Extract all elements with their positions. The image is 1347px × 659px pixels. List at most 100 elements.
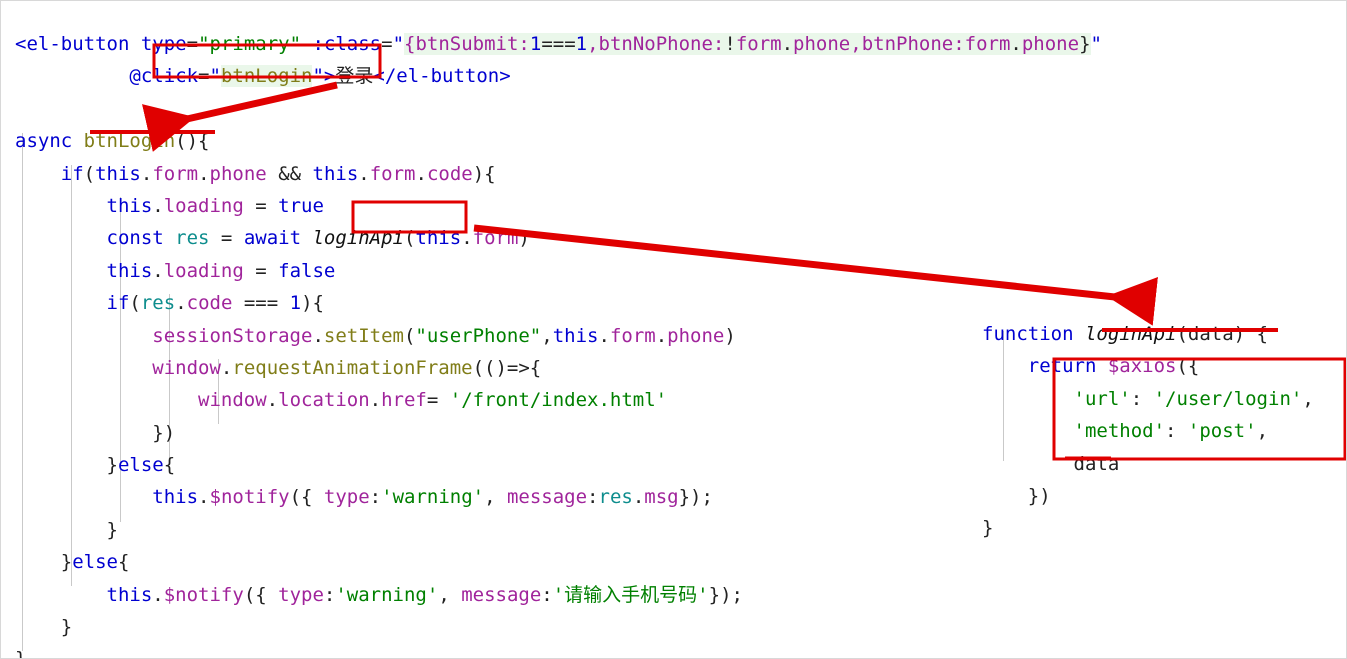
code-token: {btnSubmit: <box>404 33 530 55</box>
code-token: ) <box>518 227 530 250</box>
code-token: form <box>152 162 199 185</box>
code-token: sessionStorage <box>152 324 313 347</box>
code-token: '/user/login' <box>1153 387 1303 410</box>
code-token: > <box>323 65 336 88</box>
code-token: 'warning' <box>381 486 485 509</box>
code-token: ,btnPhone: <box>850 33 965 55</box>
code-token: = <box>426 389 450 412</box>
code-token: form <box>609 324 656 347</box>
code-token: true <box>278 194 324 217</box>
code-token: else <box>72 551 118 574</box>
code-token: this <box>106 194 153 217</box>
code-token: , <box>1256 420 1269 443</box>
code-token: ( <box>403 227 416 250</box>
code-line: window.location.href= '/front/index.html… <box>15 384 1102 416</box>
code-token: , <box>541 324 553 347</box>
code-line: data <box>982 448 1314 480</box>
code-token: message <box>461 583 542 606</box>
code-token: " <box>392 33 405 55</box>
code-token: . <box>152 583 164 606</box>
code-token: } <box>982 517 994 540</box>
code-token: . <box>198 486 210 509</box>
code-token: . <box>312 324 324 347</box>
code-token: , <box>1302 387 1314 410</box>
code-token: $notify <box>209 486 290 509</box>
code-line: if(res.code === 1){ <box>15 287 1102 319</box>
code-token: ){ <box>301 292 324 315</box>
code-token: . <box>175 292 187 315</box>
code-token: : <box>369 486 382 509</box>
code-line: }) <box>982 480 1314 512</box>
code-token: form <box>964 33 1011 55</box>
code-token: } <box>15 616 73 639</box>
code-line: 'url': '/user/login', <box>982 383 1314 415</box>
code-token: " <box>1090 33 1102 55</box>
code-token: function <box>982 323 1085 345</box>
code-token: === <box>232 292 290 315</box>
code-token: form <box>369 162 416 185</box>
code-line: } <box>15 514 1102 546</box>
code-token: </el-button> <box>373 65 511 88</box>
code-line: } <box>982 512 1314 544</box>
code-token: this <box>312 162 359 185</box>
code-token: false <box>278 259 336 282</box>
code-token: message <box>506 486 588 509</box>
code-token: }); <box>678 486 713 509</box>
code-line: <el-button type="primary" :class="{btnSu… <box>15 28 1102 60</box>
code-token: : <box>1165 420 1188 443</box>
code-token: this <box>106 259 153 282</box>
code-token: <el-button <box>15 33 141 55</box>
code-token: } <box>15 518 118 541</box>
code-token: ! <box>724 33 736 55</box>
code-line: function loginApi(data) { <box>982 318 1314 350</box>
code-token: type <box>140 33 187 55</box>
code-token: = <box>243 194 279 217</box>
code-token: btnLogin <box>220 65 313 88</box>
code-token: 1 <box>575 33 588 55</box>
code-token: '/front/index.html' <box>449 389 668 412</box>
code-token: phone <box>793 33 851 55</box>
code-line: this.$notify({ type:'warning', message:r… <box>15 481 1102 513</box>
code-line: this.loading = true <box>15 190 1102 222</box>
code-token: { <box>163 454 176 477</box>
code-line: } <box>15 643 1102 658</box>
code-line: this.$notify({ type:'warning', message:'… <box>15 579 1102 611</box>
code-token: code <box>426 162 473 185</box>
code-token: $axios <box>1107 355 1177 378</box>
code-token: href <box>381 389 427 412</box>
code-token: msg <box>644 486 679 509</box>
code-token: } <box>15 454 118 477</box>
code-token: , <box>484 486 507 509</box>
code-token: : <box>541 583 553 606</box>
code-token: } <box>15 648 26 658</box>
code-token: === <box>541 33 576 55</box>
code-token: , <box>438 583 462 606</box>
code-token: code <box>186 292 233 315</box>
code-token: . <box>598 324 610 347</box>
code-token: async <box>15 130 84 153</box>
code-token: :class <box>312 33 382 55</box>
code-token: : <box>1130 387 1154 410</box>
code-line: async btnLogin(){ <box>15 125 1102 157</box>
code-token: setItem <box>323 324 404 347</box>
code-token: "primary" <box>198 33 302 55</box>
code-token: = <box>243 259 279 282</box>
code-token: res <box>140 292 176 315</box>
code-token: 'method' <box>1073 420 1166 443</box>
code-token: . <box>632 486 645 509</box>
code-token: : <box>587 486 599 509</box>
code-token: $notify <box>163 583 244 606</box>
code-token: else <box>117 454 164 477</box>
code-token: this <box>552 324 599 347</box>
code-line: sessionStorage.setItem("userPhone",this.… <box>15 320 1102 352</box>
